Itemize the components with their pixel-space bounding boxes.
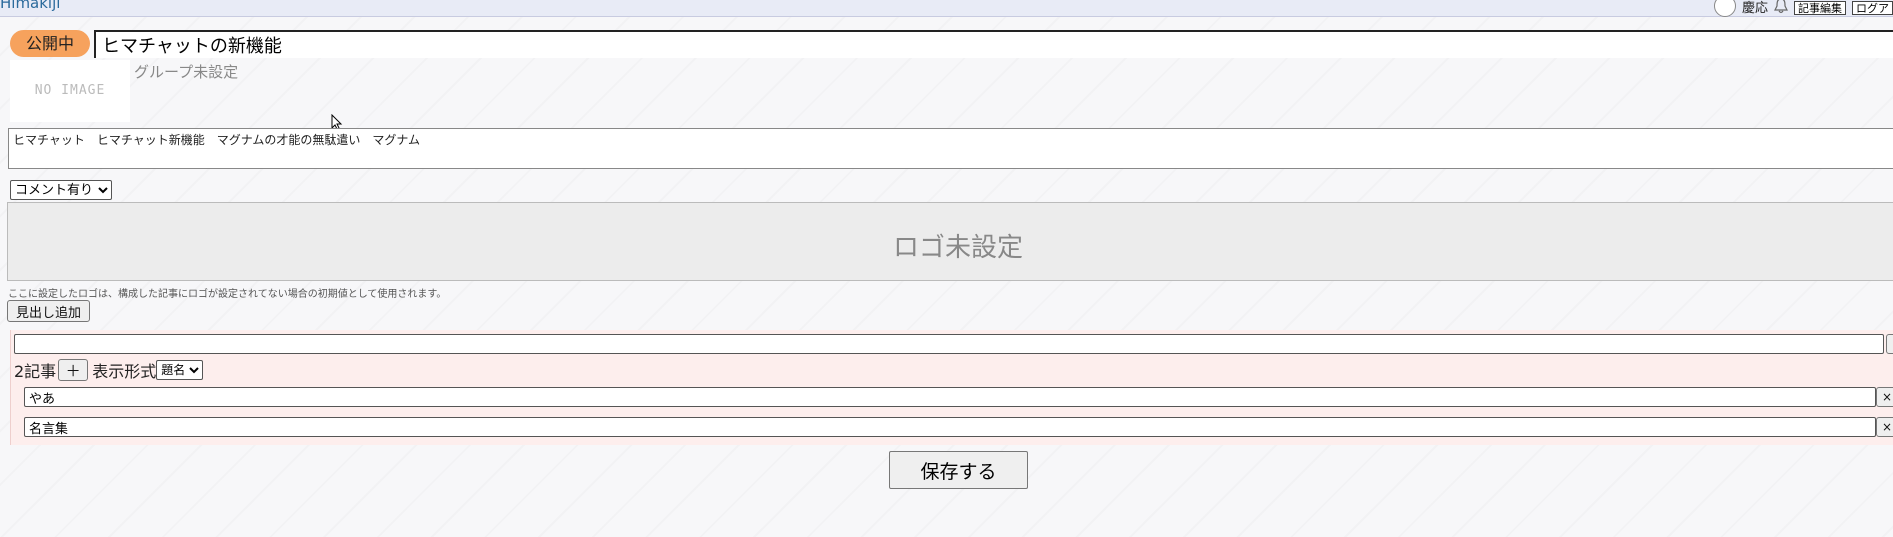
remove-article-button-1[interactable]: × — [1876, 387, 1893, 407]
bell-icon[interactable] — [1774, 0, 1788, 14]
logo-placeholder-text: ロゴ未設定 — [893, 233, 1024, 263]
thumbnail-placeholder[interactable]: NO IMAGE — [10, 60, 130, 122]
logo-note: ここに設定したロゴは、構成した記事にロゴが設定されてない場合の初期値として使用さ… — [8, 289, 447, 300]
remove-heading-button[interactable]: × — [1886, 334, 1893, 354]
title-input[interactable] — [94, 30, 1893, 58]
article-count-row: 2記事 ＋ 表示形式 題名 — [14, 358, 204, 382]
top-navigation-bar: Himakiji 慶応 記事編集 ログア — [0, 0, 1893, 17]
display-format-select[interactable]: 題名 — [156, 360, 204, 380]
edit-article-button[interactable]: 記事編集 — [1794, 1, 1846, 15]
heading-input[interactable] — [14, 334, 1884, 354]
save-button[interactable]: 保存する — [889, 451, 1028, 489]
user-name[interactable]: 慶応 — [1742, 0, 1768, 16]
remove-article-button-2[interactable]: × — [1876, 417, 1893, 437]
article-count: 2記事 — [14, 362, 57, 381]
logo-upload-area[interactable]: ロゴ未設定 — [7, 202, 1893, 281]
tags-textarea[interactable]: ヒマチャット ヒマチャット新機能 マグナムの才能の無駄遣い マグナム — [8, 128, 1893, 169]
format-label: 表示形式 — [92, 362, 157, 381]
article-input-2[interactable] — [24, 417, 1876, 437]
user-avatar[interactable] — [1713, 0, 1736, 17]
add-article-button[interactable]: ＋ — [58, 359, 89, 381]
article-input-1[interactable] — [24, 387, 1876, 407]
user-area: 慶応 記事編集 ログア — [1713, 0, 1893, 17]
publish-status-badge[interactable]: 公開中 — [10, 30, 90, 57]
logout-button[interactable]: ログア — [1852, 1, 1893, 15]
add-heading-button[interactable]: 見出し追加 — [7, 300, 90, 322]
group-label[interactable]: グループ未設定 — [134, 61, 238, 82]
comment-setting-select[interactable]: コメント有り — [10, 180, 112, 200]
heading-section: × 2記事 ＋ 表示形式 題名 × × — [10, 330, 1893, 445]
brand-link[interactable]: Himakiji — [0, 0, 60, 12]
